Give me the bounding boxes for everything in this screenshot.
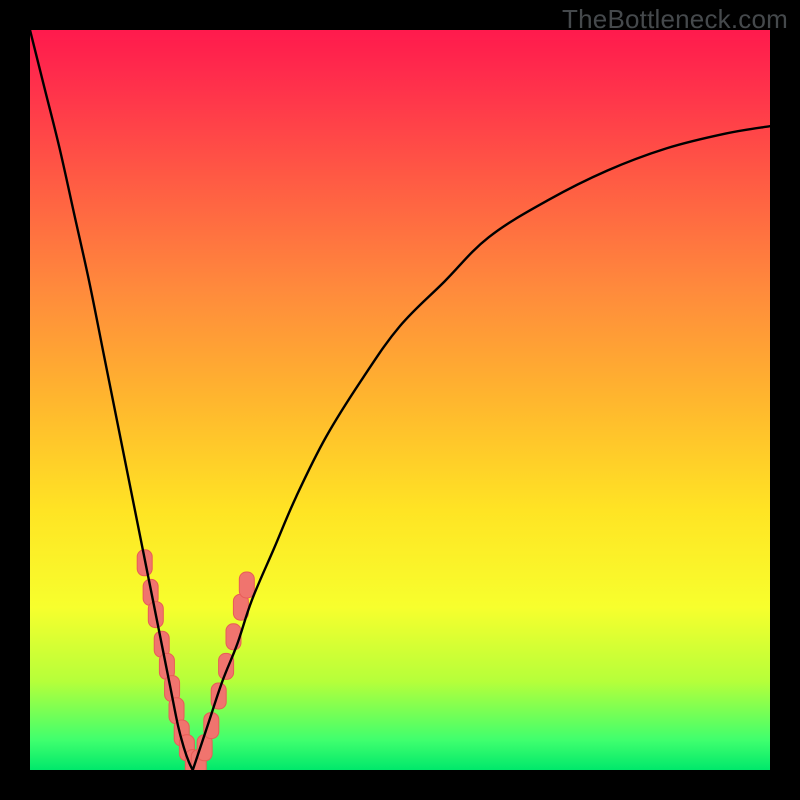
chart-svg	[30, 30, 770, 770]
marker-layer	[137, 550, 254, 770]
watermark-text: TheBottleneck.com	[562, 4, 788, 35]
chart-frame: TheBottleneck.com	[0, 0, 800, 800]
plot-area	[30, 30, 770, 770]
curve-right-branch	[193, 126, 770, 770]
data-marker	[239, 572, 254, 598]
